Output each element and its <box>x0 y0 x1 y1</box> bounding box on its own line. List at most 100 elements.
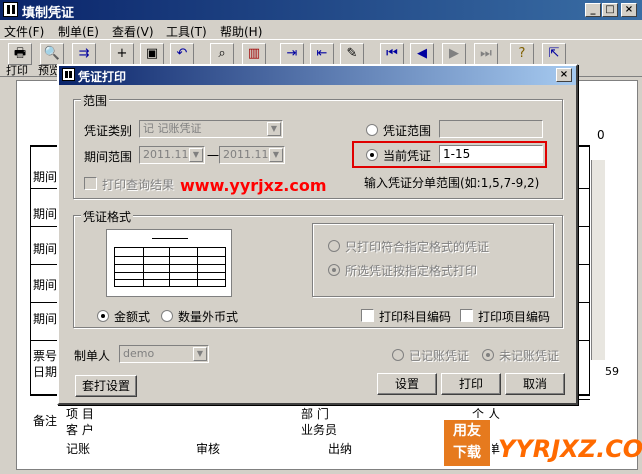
print-button[interactable]: 打印 <box>441 373 501 395</box>
menu-help[interactable]: 帮助(H) <box>220 23 262 40</box>
dialog-icon <box>62 68 75 81</box>
row-label: 期间 <box>33 312 58 326</box>
brand-text: YYRJXZ.COM <box>498 435 642 463</box>
voucher-range-label: 凭证范围 <box>383 124 432 138</box>
preview-grid-col <box>143 248 144 286</box>
period-from-select[interactable]: 2011.11 ▼ <box>139 146 205 164</box>
customer-label: 客 户 <box>66 423 94 437</box>
insert-icon[interactable]: ⇥ <box>280 43 304 65</box>
row-label: 期间 <box>33 170 58 184</box>
edit-icon[interactable]: ✎ <box>340 43 364 65</box>
current-voucher-label: 当前凭证 <box>383 149 432 163</box>
logo-line-2: 下载 <box>453 445 481 461</box>
print-query-result-checkbox[interactable] <box>84 177 97 190</box>
next-icon[interactable]: ▶ <box>442 43 466 65</box>
voucher-type-select[interactable]: 记 记账凭证 ▼ <box>139 120 283 138</box>
print-label[interactable]: 打印 <box>6 62 28 78</box>
voucher-range-radio[interactable] <box>366 124 378 136</box>
cancel-button[interactable]: 取消 <box>505 373 565 395</box>
find-icon[interactable]: ⌕ <box>210 43 234 65</box>
maker-value: demo <box>123 347 155 360</box>
row-label: 期间 <box>33 278 58 292</box>
voucher-range-input[interactable] <box>439 120 543 138</box>
current-voucher-input[interactable]: 1-15 <box>439 145 543 163</box>
period-from-value: 2011.11 <box>143 148 189 161</box>
main-title-bar: 填制凭证 _ □ × <box>0 0 642 21</box>
project-label: 项 目 <box>66 407 94 421</box>
all-by-format-radio[interactable] <box>328 264 340 276</box>
format-options-box <box>312 223 554 297</box>
chart-icon[interactable]: ▥ <box>242 43 266 65</box>
format-preview <box>106 229 232 297</box>
preview-grid <box>114 247 226 287</box>
settings-button[interactable]: 设置 <box>377 373 437 395</box>
prev-icon[interactable]: ◀ <box>410 43 434 65</box>
chevron-down-icon: ▼ <box>267 122 281 136</box>
delete-icon[interactable]: ⇤ <box>310 43 334 65</box>
right-number: 59 <box>605 365 619 378</box>
menu-file[interactable]: 文件(F) <box>4 23 44 40</box>
voucher-type-value: 记 记账凭证 <box>143 122 202 135</box>
brand-logo: 用友 下载 <box>442 418 492 468</box>
add-icon[interactable]: + <box>110 43 134 65</box>
voucher-type-label: 凭证类别 <box>84 124 133 138</box>
ticket-no-label: 票号 <box>33 349 58 363</box>
menu-voucher[interactable]: 制单(E) <box>58 23 99 40</box>
preview-grid-row <box>115 272 225 273</box>
date-label: 日期 <box>33 365 58 379</box>
preview-title-line <box>152 238 188 239</box>
range-hint: 输入凭证分单范围(如:1,5,7-9,2) <box>364 176 540 190</box>
posted-label: 已记账凭证 <box>409 349 470 363</box>
maker-label: 制单人 <box>74 349 111 363</box>
output-icon[interactable]: ⇉ <box>72 43 96 65</box>
vertical-scrollbar[interactable] <box>591 160 605 360</box>
current-voucher-radio[interactable] <box>366 149 378 161</box>
minimize-button[interactable]: _ <box>585 3 601 17</box>
audit-label: 审核 <box>196 442 221 456</box>
remark-label: 备注 <box>33 414 58 428</box>
period-to-select[interactable]: 2011.11 ▼ <box>219 146 285 164</box>
template-settings-button[interactable]: 套打设置 <box>75 375 137 397</box>
maximize-button[interactable]: □ <box>602 3 618 17</box>
chevron-down-icon: ▼ <box>193 347 207 361</box>
print-project-code-checkbox[interactable] <box>460 309 473 322</box>
print-account-code-label: 打印科目编码 <box>379 310 452 324</box>
menu-bar: 文件(F) 制单(E) 查看(V) 工具(T) 帮助(H) <box>0 20 642 39</box>
only-matching-format-radio[interactable] <box>328 240 340 252</box>
amount-style-radio[interactable] <box>97 310 109 322</box>
preview-grid-row <box>115 279 225 280</box>
help-icon[interactable]: ? <box>510 43 534 65</box>
print-account-code-checkbox[interactable] <box>361 309 374 322</box>
unposted-radio[interactable] <box>482 349 494 361</box>
dialog-close-button[interactable]: × <box>556 68 572 82</box>
menu-tools[interactable]: 工具(T) <box>166 23 207 40</box>
chevron-down-icon: ▼ <box>189 148 203 162</box>
last-icon[interactable]: ⏭ <box>474 43 498 65</box>
format-group-label: 凭证格式 <box>81 208 134 225</box>
chevron-down-icon: ▼ <box>269 148 283 162</box>
only-matching-format-label: 只打印符合指定格式的凭证 <box>345 240 490 254</box>
row-label: 期间 <box>33 242 58 256</box>
salesman-label: 业务员 <box>301 423 338 437</box>
print-dialog: 凭证打印 × 范围 凭证类别 记 记账凭证 ▼ 期间范围 2011.11 ▼ 一… <box>57 64 578 405</box>
row-label: 期间 <box>33 207 58 221</box>
print-query-result-label: 打印查询结果 <box>102 178 175 192</box>
preview-grid-col <box>197 248 198 286</box>
posted-radio[interactable] <box>392 349 404 361</box>
unposted-label: 未记账凭证 <box>499 349 560 363</box>
save-icon[interactable]: ▣ <box>140 43 164 65</box>
undo-icon[interactable]: ↶ <box>170 43 194 65</box>
preview-grid-row <box>115 256 225 257</box>
range-group-label: 范围 <box>81 92 110 109</box>
first-icon[interactable]: ⏮ <box>380 43 404 65</box>
department-label: 部 门 <box>301 407 329 421</box>
close-button[interactable]: × <box>621 3 637 17</box>
logo-line-1: 用友 <box>453 423 481 439</box>
period-to-value: 2011.11 <box>223 148 269 161</box>
watermark-text: www.yyrjxz.com <box>180 176 327 195</box>
foreign-currency-style-radio[interactable] <box>161 310 173 322</box>
exit-icon[interactable]: ⇱ <box>542 43 566 65</box>
preview-grid-col <box>169 248 170 286</box>
menu-view[interactable]: 查看(V) <box>112 23 154 40</box>
maker-select[interactable]: demo ▼ <box>119 345 209 363</box>
